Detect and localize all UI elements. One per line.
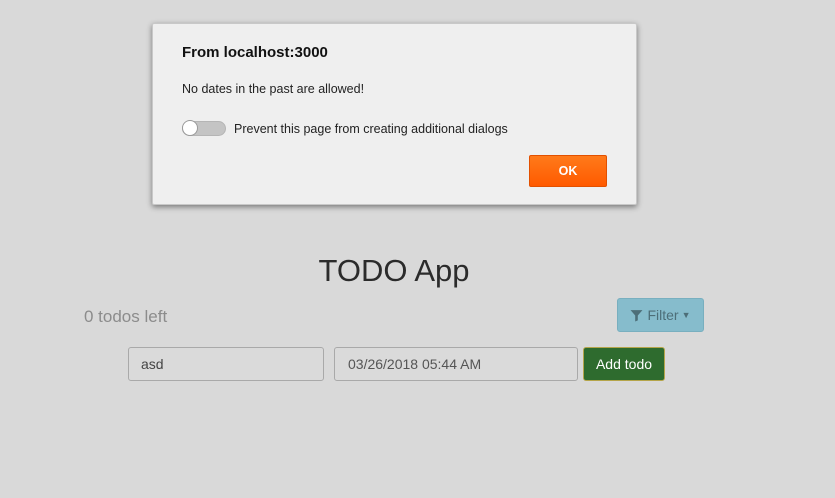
dialog-title: From localhost:3000 <box>182 44 328 61</box>
ok-button[interactable]: OK <box>529 155 607 187</box>
prevent-dialogs-toggle[interactable] <box>182 120 226 136</box>
filter-button[interactable]: Filter ▼ <box>617 298 704 332</box>
toggle-knob <box>182 120 198 136</box>
todo-text-input[interactable]: asd <box>128 347 324 381</box>
app-title: TODO App <box>318 253 470 288</box>
filter-icon <box>631 309 643 321</box>
add-todo-button[interactable]: Add todo <box>583 347 665 381</box>
todos-left-count: 0 todos left <box>84 307 168 326</box>
dialog-message: No dates in the past are allowed! <box>182 82 365 96</box>
prevent-dialogs-row: Prevent this page from creating addition… <box>182 120 508 136</box>
todo-text-value: asd <box>141 356 164 372</box>
todo-date-value: 03/26/2018 05:44 AM <box>348 356 482 372</box>
filter-label: Filter <box>647 307 679 323</box>
prevent-dialogs-label: Prevent this page from creating addition… <box>234 121 508 136</box>
alert-dialog: From localhost:3000 No dates in the past… <box>152 23 637 205</box>
todo-date-input[interactable]: 03/26/2018 05:44 AM <box>334 347 578 381</box>
caret-down-icon: ▼ <box>681 310 691 320</box>
